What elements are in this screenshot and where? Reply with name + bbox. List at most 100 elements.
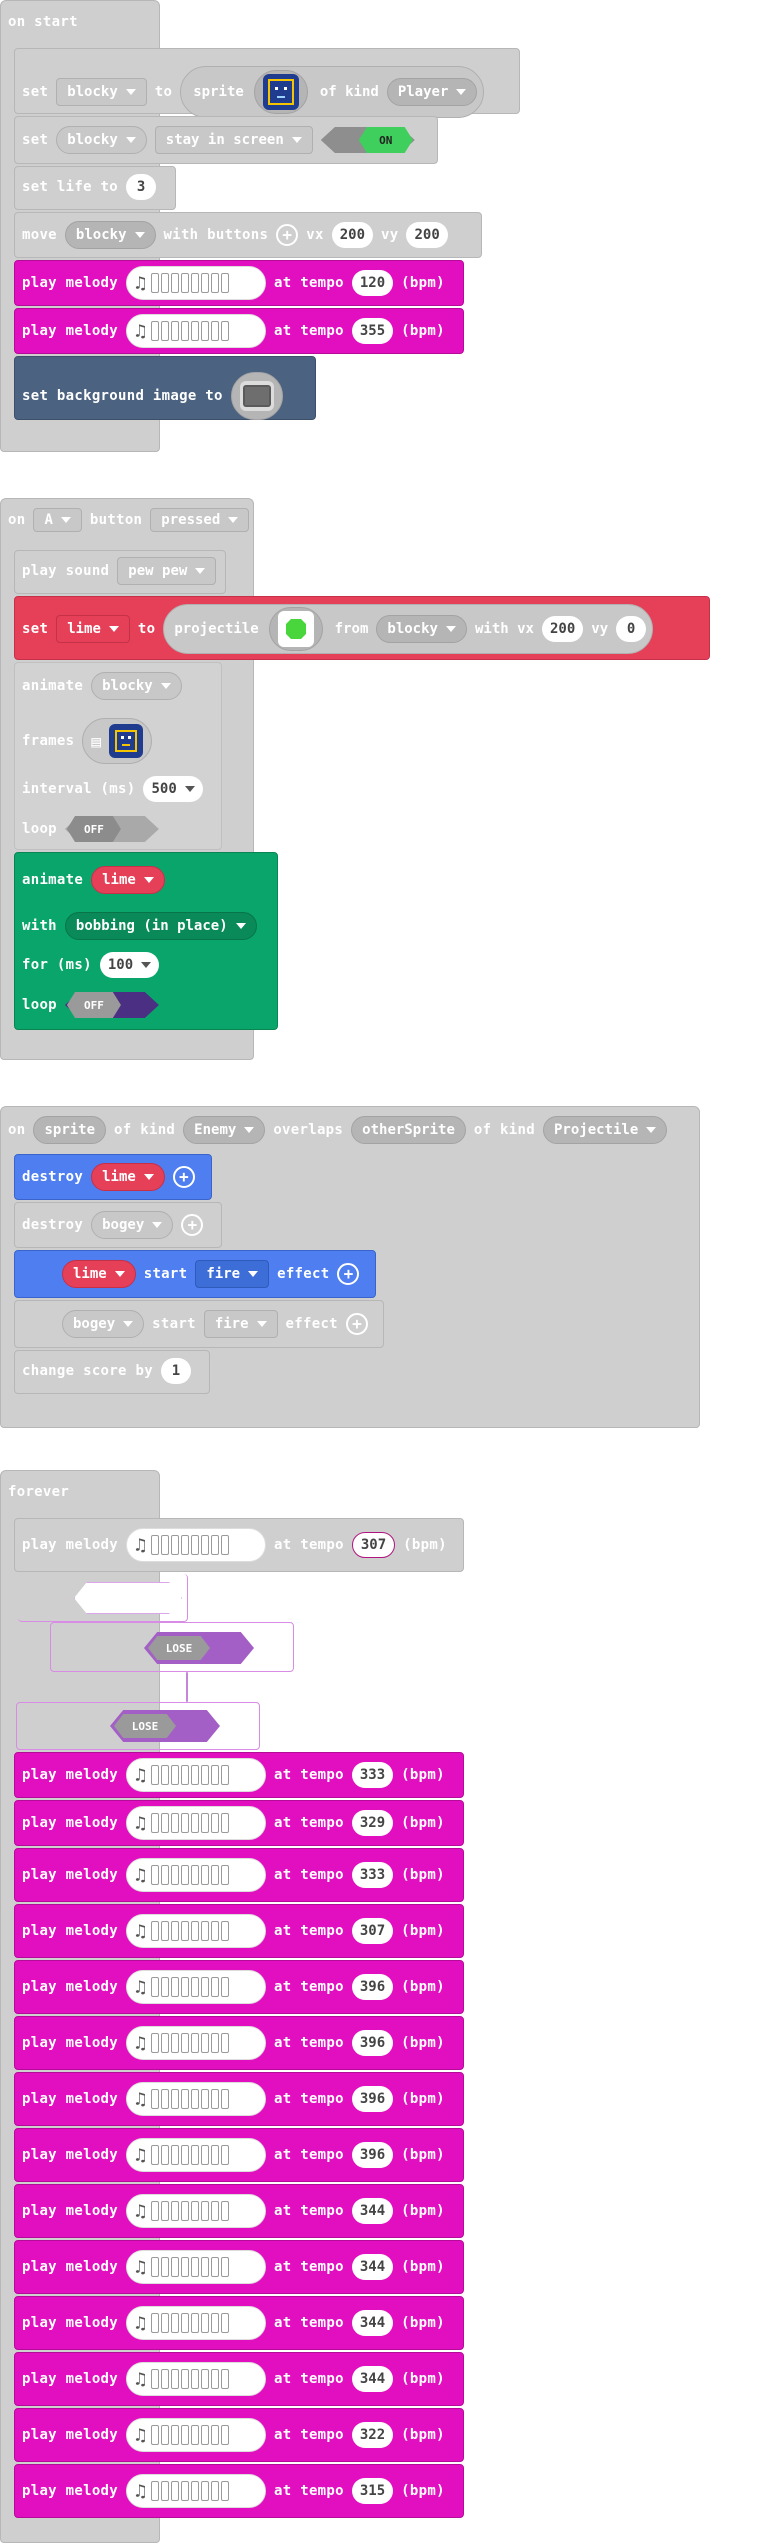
- loop-toggle[interactable]: OFF: [64, 816, 161, 842]
- tempo-input[interactable]: 307: [351, 1918, 394, 1944]
- stay-in-screen-toggle[interactable]: ON: [320, 127, 417, 153]
- sprite-reporter[interactable]: sprite of kind Player: [180, 66, 485, 118]
- of-kind-keyword: of kind: [473, 1122, 535, 1138]
- set-background-label: set background image to: [22, 388, 223, 404]
- other-sprite-parameter[interactable]: otherSprite: [351, 1116, 466, 1144]
- with-buttons-keyword: with buttons: [163, 227, 269, 243]
- tempo-input[interactable]: 344: [351, 2254, 394, 2280]
- variable-dropdown-lime[interactable]: lime: [62, 1260, 136, 1288]
- variable-dropdown-blocky[interactable]: blocky: [64, 221, 156, 249]
- tempo-input[interactable]: 120: [351, 270, 394, 296]
- play-melody-label: play melody: [22, 2203, 119, 2219]
- melody-editor[interactable]: ♫: [126, 1970, 267, 2004]
- loop-toggle[interactable]: OFF: [64, 992, 161, 1018]
- variable-dropdown-lime[interactable]: lime: [56, 615, 130, 643]
- melody-editor[interactable]: ♫: [126, 266, 267, 300]
- effect-dropdown-fire[interactable]: fire: [203, 1310, 278, 1338]
- kind-dropdown-player[interactable]: Player: [386, 78, 478, 106]
- kind-dropdown-projectile[interactable]: Projectile: [542, 1116, 668, 1144]
- sound-dropdown[interactable]: pew pew: [117, 557, 217, 585]
- tempo-input[interactable]: 333: [351, 1862, 394, 1888]
- vx-value-input[interactable]: 200: [541, 616, 584, 642]
- tempo-input[interactable]: 333: [351, 1762, 394, 1788]
- melody-editor[interactable]: ♫: [126, 1806, 267, 1840]
- bpm-label: (bpm): [401, 1767, 445, 1783]
- play-melody-label: play melody: [22, 1537, 119, 1553]
- tempo-input[interactable]: 344: [351, 2366, 394, 2392]
- vy-value-input[interactable]: 200: [406, 222, 448, 248]
- effect-dropdown-fire[interactable]: fire: [195, 1260, 270, 1288]
- with-label: with: [22, 918, 57, 934]
- melody-editor[interactable]: ♫: [126, 2194, 267, 2228]
- effect-dropdown-bobbing[interactable]: bobbing (in place): [64, 912, 257, 940]
- of-kind-keyword: of kind: [114, 1122, 176, 1138]
- melody-editor[interactable]: ♫: [126, 1758, 267, 1792]
- tempo-input[interactable]: 322: [351, 2422, 394, 2448]
- button-dropdown-a[interactable]: A: [33, 508, 82, 532]
- tempo-input[interactable]: 315: [351, 2478, 394, 2504]
- melody-editor[interactable]: ♫: [126, 2474, 267, 2508]
- background-image-picker[interactable]: [230, 372, 283, 420]
- tempo-input[interactable]: 355: [351, 318, 394, 344]
- at-tempo-label: at tempo: [274, 1815, 344, 1831]
- melody-editor[interactable]: ♫: [126, 2082, 267, 2116]
- melody-editor[interactable]: ♫: [126, 2362, 267, 2396]
- melody-editor[interactable]: ♫: [126, 1528, 267, 1562]
- ghost-hexagon-slot: [74, 1582, 182, 1614]
- frames-editor[interactable]: ▤: [82, 718, 153, 764]
- variable-dropdown-lime[interactable]: lime: [91, 866, 165, 894]
- vx-value-input[interactable]: 200: [331, 222, 374, 248]
- tempo-input[interactable]: 396: [351, 1974, 394, 2000]
- music-note-icon: ♫: [135, 1764, 146, 1786]
- variable-dropdown-blocky[interactable]: blocky: [376, 615, 467, 643]
- melody-editor[interactable]: ♫: [126, 2418, 267, 2452]
- at-tempo-label: at tempo: [274, 2371, 344, 2387]
- play-melody-label: play melody: [22, 323, 119, 339]
- expand-plus-icon[interactable]: +: [276, 224, 299, 246]
- at-tempo-label: at tempo: [274, 1867, 344, 1883]
- score-value-input[interactable]: 1: [160, 1358, 191, 1384]
- variable-dropdown-blocky[interactable]: blocky: [56, 126, 147, 154]
- variable-dropdown-blocky[interactable]: blocky: [56, 78, 147, 106]
- expand-plus-icon[interactable]: +: [181, 1214, 204, 1236]
- music-note-icon: ♫: [135, 272, 146, 294]
- melody-editor[interactable]: ♫: [126, 2306, 267, 2340]
- sprite-image-picker[interactable]: [253, 70, 308, 114]
- animate-label: animate: [22, 872, 84, 888]
- projectile-reporter[interactable]: projectile from blocky with vx 200 vy 0: [163, 604, 654, 654]
- kind-dropdown-enemy[interactable]: Enemy: [183, 1116, 266, 1144]
- melody-editor[interactable]: ♫: [126, 314, 267, 348]
- melody-editor[interactable]: ♫: [126, 1858, 267, 1892]
- melody-editor[interactable]: ♫: [126, 2250, 267, 2284]
- tempo-input[interactable]: 396: [351, 2086, 394, 2112]
- play-melody-label: play melody: [22, 1867, 119, 1883]
- expand-plus-icon[interactable]: +: [345, 1313, 368, 1335]
- tempo-input[interactable]: 344: [351, 2198, 394, 2224]
- vy-value-input[interactable]: 0: [616, 616, 647, 642]
- tempo-input[interactable]: 344: [351, 2310, 394, 2336]
- tempo-input[interactable]: 307: [351, 1532, 396, 1558]
- interval-input[interactable]: 500: [143, 776, 203, 802]
- expand-plus-icon[interactable]: +: [337, 1263, 360, 1285]
- sprite-flag-dropdown[interactable]: stay in screen: [154, 126, 313, 154]
- life-value-input[interactable]: 3: [126, 174, 157, 200]
- projectile-image-picker[interactable]: [268, 607, 323, 651]
- variable-dropdown-blocky[interactable]: blocky: [91, 672, 182, 700]
- melody-editor[interactable]: ♫: [126, 1914, 267, 1948]
- expand-plus-icon[interactable]: +: [172, 1166, 195, 1188]
- melody-editor[interactable]: ♫: [126, 2026, 267, 2060]
- tempo-input[interactable]: 396: [351, 2030, 394, 2056]
- sprite-parameter[interactable]: sprite: [33, 1116, 107, 1144]
- variable-dropdown-bogey[interactable]: bogey: [62, 1310, 145, 1338]
- duration-input[interactable]: 100: [99, 952, 160, 978]
- at-tempo-label: at tempo: [274, 323, 344, 339]
- music-note-icon: ♫: [135, 2424, 146, 2446]
- vy-keyword: vy: [381, 227, 399, 243]
- tempo-input[interactable]: 329: [351, 1810, 394, 1836]
- event-dropdown-pressed[interactable]: pressed: [150, 508, 250, 532]
- variable-dropdown-lime[interactable]: lime: [91, 1163, 165, 1191]
- toggle-off-knob: OFF: [66, 992, 121, 1018]
- tempo-input[interactable]: 396: [351, 2142, 394, 2168]
- melody-editor[interactable]: ♫: [126, 2138, 267, 2172]
- variable-dropdown-bogey[interactable]: bogey: [91, 1211, 174, 1239]
